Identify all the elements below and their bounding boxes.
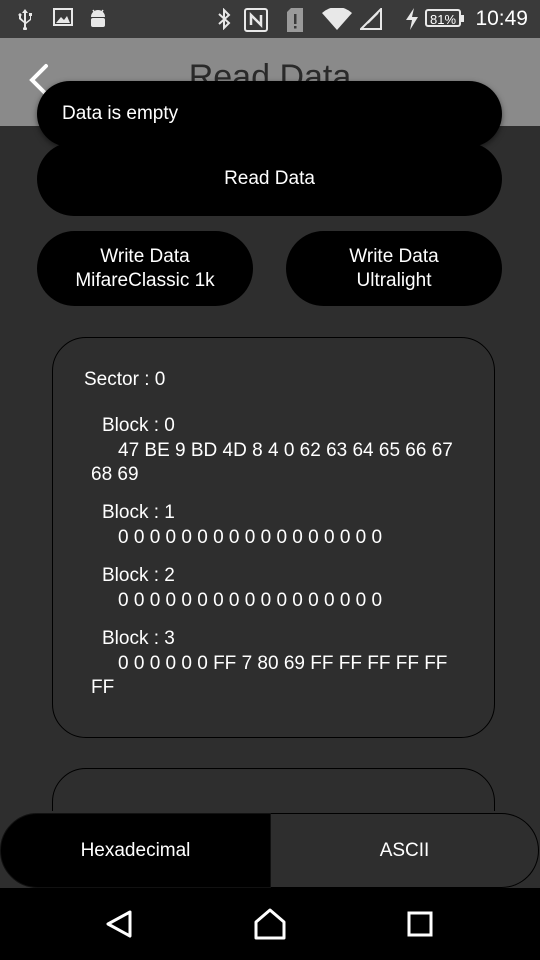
home-icon[interactable] xyxy=(250,904,290,944)
block-title: Block : 2 xyxy=(102,565,175,586)
nfc-icon xyxy=(244,8,268,37)
clock: 10:49 xyxy=(475,7,528,30)
back-icon[interactable] xyxy=(100,904,140,944)
read-data-label: Read Data xyxy=(224,168,315,189)
recents-icon[interactable] xyxy=(400,904,440,944)
wifi-icon xyxy=(322,7,352,35)
write-ultralight-label: Write Data Ultralight xyxy=(349,245,439,291)
block-title: Block : 0 xyxy=(102,415,175,436)
status-bar: 81% 10:49 xyxy=(0,0,540,38)
sim-alert-icon xyxy=(285,8,305,37)
toast-message: Data is empty xyxy=(37,81,502,147)
sector-title: Sector : 0 xyxy=(84,369,166,390)
format-tabs: Hexadecimal ASCII xyxy=(0,811,540,889)
block-data: 0 0 0 0 0 0 0 0 0 0 0 0 0 0 0 0 0 xyxy=(118,527,383,548)
block-data: 0 0 0 0 0 0 0 0 0 0 0 0 0 0 0 0 0 xyxy=(118,590,383,611)
block-data: 47 BE 9 BD 4D 8 4 0 62 63 64 65 66 67 68… xyxy=(91,440,453,485)
navigation-bar xyxy=(0,888,540,960)
battery-indicator: 81% xyxy=(425,9,464,27)
write-classic-label: Write Data MifareClassic 1k xyxy=(75,245,215,291)
bluetooth-icon xyxy=(216,7,232,35)
image-icon xyxy=(53,8,73,31)
android-icon xyxy=(88,8,108,35)
tab-hexadecimal-label: Hexadecimal xyxy=(80,839,191,861)
write-classic-button[interactable]: Write Data MifareClassic 1k xyxy=(37,231,253,306)
block-title: Block : 1 xyxy=(102,502,175,523)
tab-hexadecimal[interactable]: Hexadecimal xyxy=(0,813,271,888)
toast-text: Data is empty xyxy=(62,103,179,124)
block-data: 0 0 0 0 0 0 FF 7 80 69 FF FF FF FF FF FF xyxy=(91,653,448,698)
tab-ascii[interactable]: ASCII xyxy=(271,813,539,888)
usb-icon xyxy=(16,8,34,35)
block-title: Block : 3 xyxy=(102,628,175,649)
tab-ascii-label: ASCII xyxy=(379,839,430,861)
read-data-button[interactable]: Read Data xyxy=(37,142,502,216)
write-ultralight-button[interactable]: Write Data Ultralight xyxy=(286,231,502,306)
sector-card: Sector : 0 Block : 0 47 BE 9 BD 4D 8 4 0… xyxy=(52,337,495,738)
charging-icon xyxy=(404,8,420,35)
signal-icon xyxy=(358,6,382,35)
